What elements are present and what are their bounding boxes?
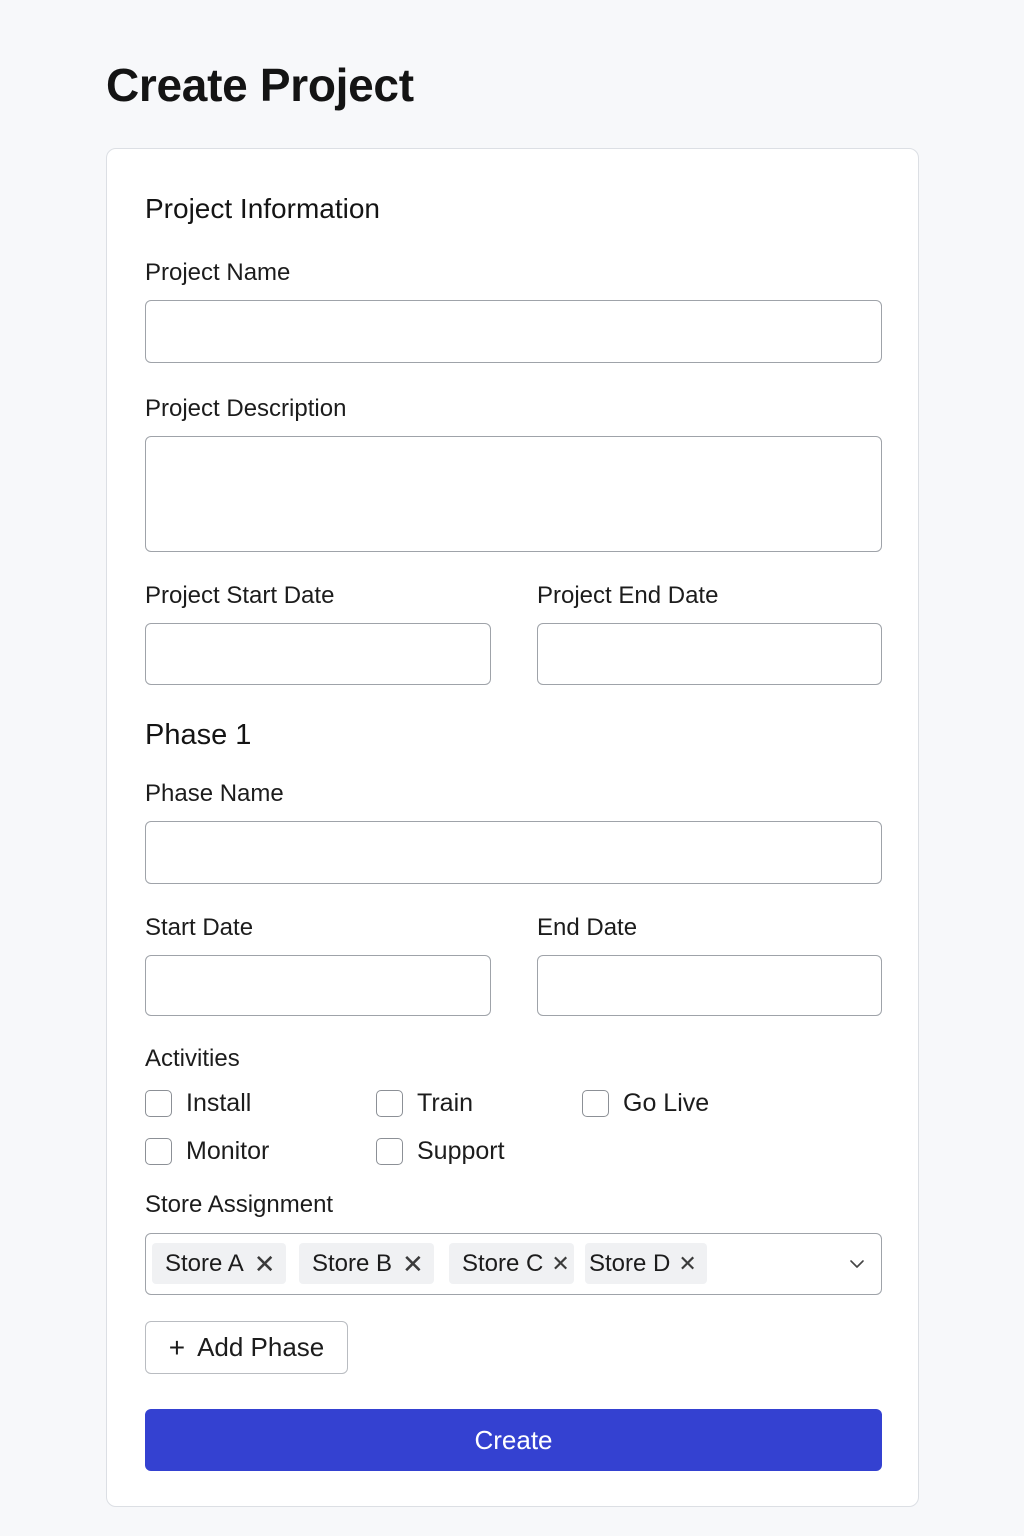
project-description-textarea[interactable] xyxy=(145,436,882,552)
store-chip-label: Store D xyxy=(589,1249,671,1277)
activity-install-label: Install xyxy=(186,1089,252,1117)
project-description-label: Project Description xyxy=(145,395,347,422)
activity-monitor-label: Monitor xyxy=(186,1137,270,1165)
add-phase-button[interactable]: + Add Phase xyxy=(145,1321,348,1374)
project-start-date-label: Project Start Date xyxy=(145,582,335,609)
store-chip: Store B ✕ xyxy=(299,1243,434,1284)
store-chip-label: Store B xyxy=(312,1249,393,1277)
activity-train-checkbox[interactable]: Train xyxy=(376,1089,473,1118)
phase-heading: Phase 1 xyxy=(145,719,252,751)
activity-install-checkbox[interactable]: Install xyxy=(145,1089,251,1118)
checkbox-box[interactable] xyxy=(376,1090,403,1117)
activity-support-checkbox[interactable]: Support xyxy=(376,1137,505,1166)
checkbox-box[interactable] xyxy=(582,1090,609,1117)
plus-icon: + xyxy=(168,1331,186,1363)
checkbox-box[interactable] xyxy=(145,1090,172,1117)
activity-support-label: Support xyxy=(417,1137,505,1165)
store-chip: Store C ✕ xyxy=(449,1243,574,1284)
store-chip: Store A ✕ xyxy=(152,1243,286,1284)
phase-end-date-label: End Date xyxy=(537,914,638,941)
phase-name-input[interactable] xyxy=(145,821,882,884)
store-assignment-label: Store Assignment xyxy=(145,1191,334,1218)
phase-start-date-label: Start Date xyxy=(145,914,254,941)
chevron-down-icon[interactable] xyxy=(849,1256,865,1272)
add-phase-label: Add Phase xyxy=(197,1332,325,1362)
close-icon[interactable]: ✕ xyxy=(551,1252,569,1275)
project-name-label: Project Name xyxy=(145,259,291,286)
store-chip: Store D ✕ xyxy=(585,1243,707,1284)
store-chip-label: Store C xyxy=(462,1249,544,1277)
activity-go-live-label: Go Live xyxy=(623,1089,710,1117)
project-start-date-input[interactable] xyxy=(145,623,491,685)
checkbox-box[interactable] xyxy=(145,1138,172,1165)
store-assignment-multiselect[interactable]: Store A ✕ Store B ✕ Store C ✕ Store D ✕ xyxy=(145,1233,882,1295)
activity-train-label: Train xyxy=(417,1089,474,1117)
phase-start-date-input[interactable] xyxy=(145,955,491,1016)
activity-go-live-checkbox[interactable]: Go Live xyxy=(582,1089,709,1118)
project-name-input[interactable] xyxy=(145,300,882,363)
close-icon[interactable]: ✕ xyxy=(678,1252,696,1275)
close-icon[interactable]: ✕ xyxy=(402,1251,424,1277)
project-end-date-input[interactable] xyxy=(537,623,882,685)
phase-name-label: Phase Name xyxy=(145,780,284,807)
page-title: Create Project xyxy=(106,59,414,111)
create-project-form: Project Information Project Name Project… xyxy=(106,148,919,1507)
close-icon[interactable]: ✕ xyxy=(254,1251,276,1277)
create-button-label: Create xyxy=(474,1424,553,1455)
activity-monitor-checkbox[interactable]: Monitor xyxy=(145,1137,269,1166)
activities-label: Activities xyxy=(145,1045,240,1072)
store-chip-label: Store A xyxy=(165,1249,244,1277)
checkbox-box[interactable] xyxy=(376,1138,403,1165)
project-information-heading: Project Information xyxy=(145,193,380,224)
create-button[interactable]: Create xyxy=(145,1409,882,1471)
phase-end-date-input[interactable] xyxy=(537,955,882,1016)
project-end-date-label: Project End Date xyxy=(537,582,719,609)
